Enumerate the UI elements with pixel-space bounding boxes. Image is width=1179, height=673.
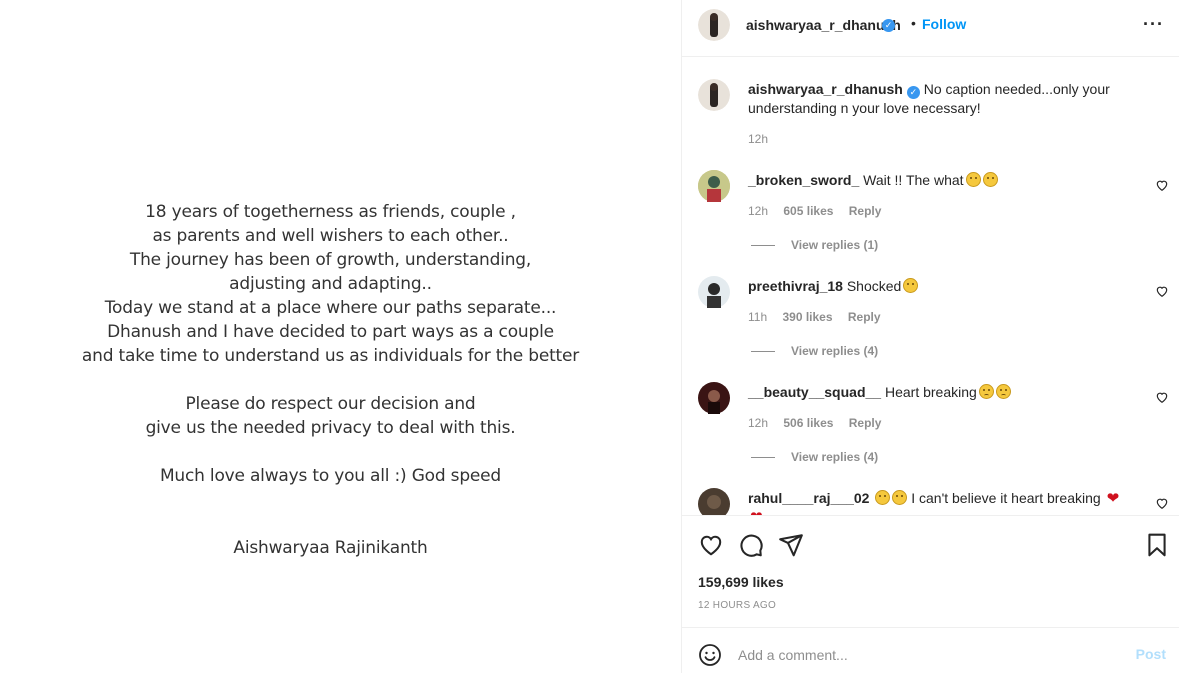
sad-emoji-icon <box>978 384 994 399</box>
avatar[interactable] <box>698 9 730 41</box>
comment-username[interactable]: _broken_sword_ <box>748 172 859 188</box>
replies-divider <box>751 351 775 353</box>
comment-username[interactable]: __beauty__squad__ <box>748 384 881 400</box>
view-replies-label: View replies (1) <box>791 238 879 252</box>
verified-badge-icon: ✓ <box>882 19 895 32</box>
post-timestamp[interactable]: 12 HOURS AGO <box>698 600 776 611</box>
view-replies-label: View replies (4) <box>791 344 879 358</box>
reply-button[interactable]: Reply <box>849 416 882 430</box>
comment-item: rahul____raj___02 I can't believe it hea… <box>748 489 1128 515</box>
comment-likes[interactable]: 605 likes <box>783 204 833 218</box>
comment-text: Shocked <box>846 278 902 294</box>
flushed-emoji-icon <box>903 278 919 293</box>
avatar[interactable] <box>698 170 730 202</box>
like-comment-heart-icon[interactable] <box>1155 496 1169 510</box>
view-replies-label: View replies (4) <box>791 450 879 464</box>
reply-button[interactable]: Reply <box>849 204 882 218</box>
header-username[interactable]: aishwaryaa_r_dhanush <box>746 17 901 33</box>
comment-time[interactable]: 12h <box>748 416 768 430</box>
flushed-emoji-icon <box>965 172 981 187</box>
avatar[interactable] <box>698 488 730 515</box>
avatar[interactable] <box>698 382 730 414</box>
statement-line: Please do respect our decision and <box>185 394 476 414</box>
caption-username[interactable]: aishwaryaa_r_dhanush <box>748 81 903 97</box>
comment-text: Wait !! The what <box>863 172 964 188</box>
caption-time[interactable]: 12h <box>748 132 768 146</box>
comment-username[interactable]: rahul____raj___02 <box>748 490 869 506</box>
flushed-emoji-icon <box>982 172 998 187</box>
comment-input[interactable] <box>738 641 1118 669</box>
comment-likes[interactable]: 506 likes <box>783 416 833 430</box>
view-replies-button[interactable]: View replies (4) <box>751 450 878 464</box>
like-comment-heart-icon[interactable] <box>1155 178 1169 192</box>
red-heart-emoji-icon: ❤ <box>1106 490 1120 507</box>
replies-divider <box>751 457 775 459</box>
emoji-picker-icon[interactable] <box>698 643 722 667</box>
share-paper-plane-icon[interactable] <box>778 532 804 558</box>
comment-item: _broken_sword_ Wait !! The what <box>748 171 1128 189</box>
statement-line: Dhanush and I have decided to part ways … <box>107 322 554 342</box>
post-comment-button[interactable]: Post <box>1136 646 1166 662</box>
reply-button[interactable]: Reply <box>848 310 881 324</box>
comment-meta: 12h 506 likes Reply <box>748 416 893 430</box>
comment-meta: 11h 390 likes Reply <box>748 310 893 324</box>
statement-line: and take time to understand us as indivi… <box>81 346 580 366</box>
replies-divider <box>751 245 775 247</box>
comment-time[interactable]: 12h <box>748 204 768 218</box>
post-header: aishwaryaa_r_dhanush ✓ • Follow ··· <box>682 0 1179 57</box>
save-bookmark-icon[interactable] <box>1144 532 1170 558</box>
comments-list[interactable]: aishwaryaa_r_dhanush ✓ No caption needed.… <box>682 57 1179 515</box>
follow-button[interactable]: Follow <box>922 16 966 32</box>
statement-line: The journey has been of growth, understa… <box>129 250 532 270</box>
comment-meta: 12h 605 likes Reply <box>748 204 893 218</box>
post-side-panel: aishwaryaa_r_dhanush ✓ • Follow ··· aish… <box>681 0 1179 673</box>
post-image-text: 18 years of togetherness as friends, cou… <box>0 200 661 560</box>
like-comment-heart-icon[interactable] <box>1155 284 1169 298</box>
statement-signature: Aishwaryaa Rajinikanth <box>233 538 428 558</box>
comment-text: Heart breaking <box>884 384 977 400</box>
statement-line: as parents and well wishers to each othe… <box>152 226 509 246</box>
post-actions: 159,699 likes 12 HOURS AGO <box>682 515 1179 627</box>
more-options-icon[interactable]: ··· <box>1143 14 1164 35</box>
caption: aishwaryaa_r_dhanush ✓ No caption needed.… <box>748 80 1128 117</box>
statement-line: give us the needed privacy to deal with … <box>145 418 516 438</box>
likes-count[interactable]: 159,699 likes <box>698 574 784 590</box>
statement-line: Much love always to you all :) God speed <box>159 466 502 486</box>
sad-emoji-icon <box>995 384 1011 399</box>
flushed-emoji-icon <box>892 490 908 505</box>
add-comment-bar: Post <box>682 627 1179 673</box>
statement-line: Today we stand at a place where our path… <box>104 298 557 318</box>
view-replies-button[interactable]: View replies (4) <box>751 344 878 358</box>
avatar[interactable] <box>698 79 730 111</box>
comment-item: __beauty__squad__ Heart breaking <box>748 383 1128 401</box>
statement-line: adjusting and adapting.. <box>229 274 432 294</box>
comment-username[interactable]: preethivraj_18 <box>748 278 843 294</box>
comment-text: I can't believe it heart breaking <box>911 490 1101 506</box>
header-separator: • <box>911 15 916 31</box>
avatar[interactable] <box>698 276 730 308</box>
flushed-emoji-icon <box>875 490 891 505</box>
statement-line: 18 years of togetherness as friends, cou… <box>145 202 516 222</box>
comment-item: preethivraj_18 Shocked <box>748 277 1128 295</box>
view-replies-button[interactable]: View replies (1) <box>751 238 878 252</box>
comment-time[interactable]: 11h <box>748 310 767 324</box>
post-image[interactable]: 18 years of togetherness as friends, cou… <box>0 0 681 673</box>
verified-badge-icon: ✓ <box>906 86 920 99</box>
comment-bubble-icon[interactable] <box>738 532 764 558</box>
like-heart-icon[interactable] <box>698 532 724 558</box>
like-comment-heart-icon[interactable] <box>1155 390 1169 404</box>
comment-likes[interactable]: 390 likes <box>782 310 832 324</box>
